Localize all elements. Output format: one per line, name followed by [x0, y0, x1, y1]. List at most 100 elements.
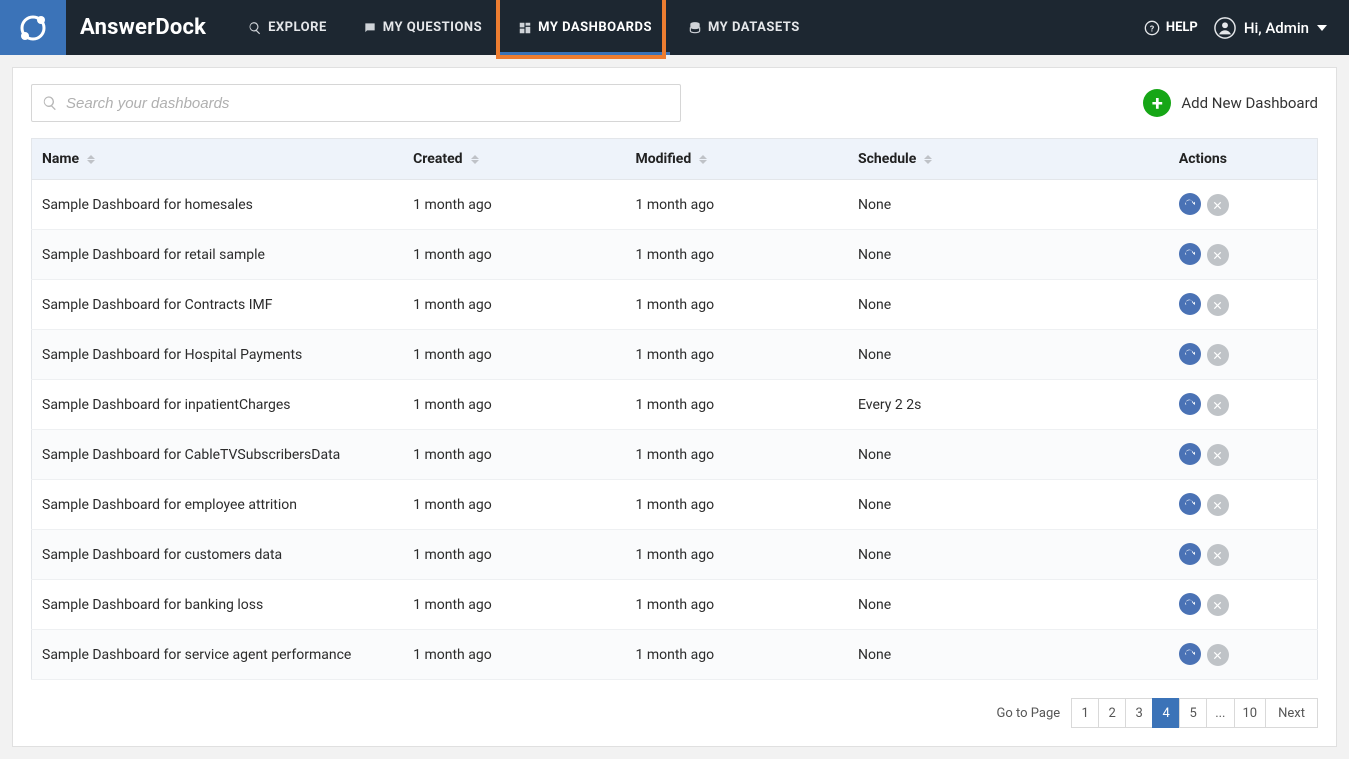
page-2[interactable]: 2 [1098, 698, 1126, 728]
cell-modified: 1 month ago [626, 480, 848, 530]
nav-my-datasets[interactable]: MY DATASETS [670, 0, 818, 55]
sort-icon [471, 155, 479, 164]
nav-user-menu[interactable]: Hi, Admin [1214, 17, 1327, 39]
cell-name: Sample Dashboard for Hospital Payments [32, 330, 404, 380]
cell-actions [1169, 280, 1318, 330]
table-row[interactable]: Sample Dashboard for customers data1 mon… [32, 530, 1318, 580]
refresh-button[interactable] [1179, 193, 1201, 215]
chat-icon [363, 21, 377, 35]
refresh-button[interactable] [1179, 243, 1201, 265]
page-5[interactable]: 5 [1179, 698, 1207, 728]
refresh-button[interactable] [1179, 343, 1201, 365]
cell-actions [1169, 430, 1318, 480]
close-icon [1212, 650, 1223, 661]
table-row[interactable]: Sample Dashboard for CableTVSubscribersD… [32, 430, 1318, 480]
refresh-icon [1183, 448, 1196, 461]
page-10[interactable]: 10 [1234, 698, 1267, 728]
search-input[interactable] [66, 95, 670, 112]
table-row[interactable]: Sample Dashboard for homesales1 month ag… [32, 180, 1318, 230]
refresh-icon [1183, 348, 1196, 361]
refresh-button[interactable] [1179, 543, 1201, 565]
cell-schedule: Every 2 2s [848, 380, 1169, 430]
refresh-button[interactable] [1179, 293, 1201, 315]
refresh-icon [1183, 198, 1196, 211]
app-logo[interactable] [0, 0, 66, 55]
close-icon [1212, 250, 1223, 261]
page-1[interactable]: 1 [1071, 698, 1099, 728]
header-created[interactable]: Created [403, 139, 625, 180]
delete-button[interactable] [1207, 294, 1229, 316]
cell-actions [1169, 480, 1318, 530]
nav-explore[interactable]: EXPLORE [230, 0, 345, 55]
cell-created: 1 month ago [403, 630, 625, 680]
cell-schedule: None [848, 580, 1169, 630]
refresh-button[interactable] [1179, 493, 1201, 515]
cell-name: Sample Dashboard for inpatientCharges [32, 380, 404, 430]
header-modified[interactable]: Modified [626, 139, 848, 180]
delete-button[interactable] [1207, 494, 1229, 516]
nav-help[interactable]: ? HELP [1144, 20, 1198, 36]
nav-my-dashboards[interactable]: MY DASHBOARDS [500, 0, 670, 55]
close-icon [1212, 400, 1223, 411]
table-row[interactable]: Sample Dashboard for inpatientCharges1 m… [32, 380, 1318, 430]
cell-actions [1169, 530, 1318, 580]
table-row[interactable]: Sample Dashboard for employee attrition1… [32, 480, 1318, 530]
sort-icon [924, 155, 932, 164]
delete-button[interactable] [1207, 344, 1229, 366]
refresh-button[interactable] [1179, 443, 1201, 465]
cell-modified: 1 month ago [626, 630, 848, 680]
add-dashboard-button[interactable]: + Add New Dashboard [1143, 89, 1318, 117]
refresh-button[interactable] [1179, 593, 1201, 615]
header-name[interactable]: Name [32, 139, 404, 180]
cell-modified: 1 month ago [626, 430, 848, 480]
table-row[interactable]: Sample Dashboard for retail sample1 mont… [32, 230, 1318, 280]
caret-down-icon [1317, 25, 1327, 31]
cell-name: Sample Dashboard for service agent perfo… [32, 630, 404, 680]
help-icon: ? [1144, 20, 1160, 36]
delete-button[interactable] [1207, 544, 1229, 566]
delete-button[interactable] [1207, 644, 1229, 666]
cell-schedule: None [848, 480, 1169, 530]
cell-actions [1169, 630, 1318, 680]
database-icon [688, 21, 702, 35]
page-3[interactable]: 3 [1125, 698, 1153, 728]
cell-name: Sample Dashboard for CableTVSubscribersD… [32, 430, 404, 480]
table-row[interactable]: Sample Dashboard for Contracts IMF1 mont… [32, 280, 1318, 330]
table-row[interactable]: Sample Dashboard for Hospital Payments 1 … [32, 330, 1318, 380]
page: + Add New Dashboard Name Created Modifie… [0, 55, 1349, 759]
cell-schedule: None [848, 630, 1169, 680]
table-row[interactable]: Sample Dashboard for banking loss1 month… [32, 580, 1318, 630]
cell-modified: 1 month ago [626, 580, 848, 630]
close-icon [1212, 500, 1223, 511]
toolbar: + Add New Dashboard [31, 84, 1318, 122]
cell-created: 1 month ago [403, 180, 625, 230]
delete-button[interactable] [1207, 444, 1229, 466]
nav-my-questions[interactable]: MY QUESTIONS [345, 0, 500, 55]
delete-button[interactable] [1207, 394, 1229, 416]
cell-created: 1 month ago [403, 430, 625, 480]
search-dashboards[interactable] [31, 84, 681, 122]
cell-created: 1 month ago [403, 530, 625, 580]
close-icon [1212, 450, 1223, 461]
card: + Add New Dashboard Name Created Modifie… [12, 67, 1337, 747]
cell-schedule: None [848, 280, 1169, 330]
delete-button[interactable] [1207, 244, 1229, 266]
cell-modified: 1 month ago [626, 180, 848, 230]
page-next[interactable]: Next [1265, 698, 1318, 728]
header-schedule[interactable]: Schedule [848, 139, 1169, 180]
refresh-icon [1183, 498, 1196, 511]
page-4[interactable]: 4 [1152, 698, 1180, 728]
refresh-button[interactable] [1179, 393, 1201, 415]
plus-icon: + [1143, 89, 1171, 117]
cell-modified: 1 month ago [626, 230, 848, 280]
delete-button[interactable] [1207, 194, 1229, 216]
cell-created: 1 month ago [403, 380, 625, 430]
cell-name: Sample Dashboard for customers data [32, 530, 404, 580]
delete-button[interactable] [1207, 594, 1229, 616]
cell-schedule: None [848, 230, 1169, 280]
cell-modified: 1 month ago [626, 330, 848, 380]
search-icon [248, 21, 262, 35]
table-row[interactable]: Sample Dashboard for service agent perfo… [32, 630, 1318, 680]
refresh-button[interactable] [1179, 643, 1201, 665]
cell-schedule: None [848, 180, 1169, 230]
